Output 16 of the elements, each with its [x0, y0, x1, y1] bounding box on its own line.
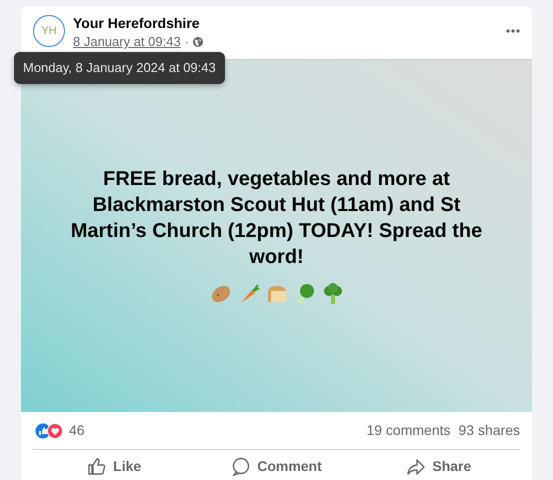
globe-icon: [193, 36, 204, 47]
reactions-icon[interactable]: [35, 422, 65, 438]
page-name[interactable]: Your Herefordshire: [73, 15, 498, 32]
separator-dot: ·: [184, 33, 190, 51]
thumbs-up-icon: [87, 456, 108, 476]
action-comment-button[interactable]: Comment: [195, 450, 358, 480]
timestamp-link[interactable]: 8 January at 09:43: [73, 32, 181, 52]
action-share-button[interactable]: Share: [358, 450, 520, 480]
share-arrow-icon: [406, 456, 426, 476]
comments-count[interactable]: 19 comments: [366, 420, 451, 441]
action-like-button[interactable]: Like: [33, 450, 196, 480]
timestamp-tooltip: Monday, 8 January 2024 at 09:43: [14, 52, 225, 84]
reaction-count[interactable]: 46: [69, 420, 85, 441]
speech-bubble-icon: [231, 456, 252, 476]
shares-count[interactable]: 93 shares: [458, 420, 520, 441]
post-message: FREE bread, vegetables and more at Blackmarston Scout Hut (11am) and St Martin’s Church (12pm) TODAY! Spread the word!: [70, 167, 484, 270]
